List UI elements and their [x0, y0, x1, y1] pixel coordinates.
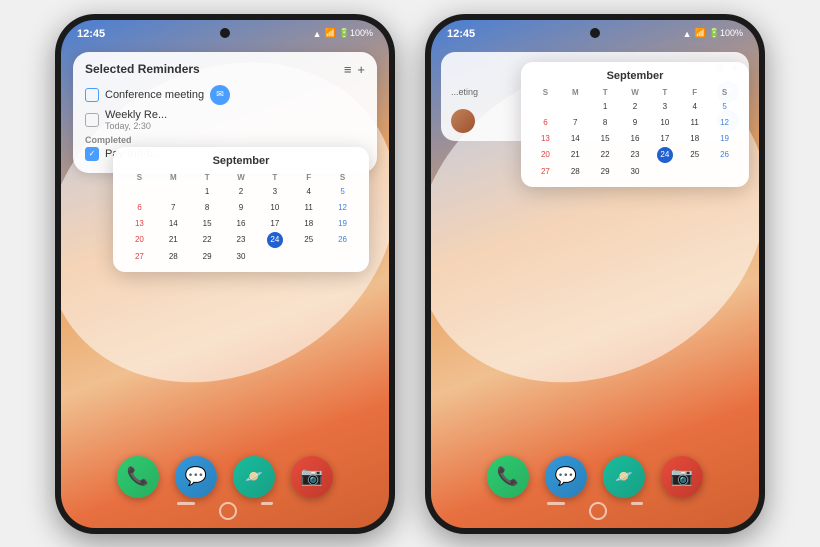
widget-title-left: Selected Reminders [85, 62, 200, 76]
reminder-tag-1: ✉ [210, 85, 230, 105]
cal-hdr-s1: S [123, 172, 156, 183]
cal-hdr-t2: T [258, 172, 291, 183]
camera-notch-left [220, 28, 230, 38]
reminder-info-2: Weekly Re... Today, 2:30 [105, 109, 167, 131]
widget-container-left: Selected Reminders ≡ + Conference meetin… [73, 52, 377, 173]
battery-icon-right: 🔋100% [709, 28, 743, 39]
reminder-item-2: Weekly Re... Today, 2:30 [85, 109, 365, 131]
reminder-sub-2: Today, 2:30 [105, 121, 167, 131]
camera-notch-right [590, 28, 600, 38]
nav-recent-right[interactable] [547, 502, 565, 505]
cal-hdr-m1: M [157, 172, 190, 183]
cal-hdr-t1: T [191, 172, 224, 183]
status-icons-right: ▲ 📶 🔋100% [683, 28, 743, 39]
add-icon-left[interactable]: + [357, 62, 365, 77]
list-icon-left[interactable]: ≡ [344, 62, 352, 77]
reminder-text-1: Conference meeting [105, 89, 204, 101]
avatar-right [451, 109, 475, 133]
wifi-icon-left: ▲ [313, 29, 322, 39]
calendar-month-right: September [531, 70, 739, 82]
wifi-icon-right: ▲ [683, 29, 692, 39]
today-marker-left: 24 [267, 232, 283, 248]
nav-bar-right [431, 502, 759, 520]
dock-phone-right[interactable]: 📞 [487, 456, 529, 498]
phone-screen-right: 12:45 ▲ 📶 🔋100% ≡ + ...eting ✉ [431, 20, 759, 528]
status-icons-left: ▲ 📶 🔋100% [313, 28, 373, 39]
dock-right: 📞 💬 🪐 📷 [431, 456, 759, 498]
checkbox-2[interactable] [85, 113, 99, 127]
status-time-right: 12:45 [447, 28, 475, 40]
checkbox-1[interactable] [85, 88, 99, 102]
phone-screen-left: 12:45 ▲ 📶 🔋100% Selected Reminders ≡ + [61, 20, 389, 528]
calendar-popup-left: September S M T W T F S 1 2 3 4 [113, 147, 369, 273]
nav-recent-left[interactable] [177, 502, 195, 505]
calendar-grid-left: S M T W T F S 1 2 3 4 5 6 [123, 172, 359, 265]
completed-checkbox-1[interactable]: ✓ [85, 147, 99, 161]
phone-right: 12:45 ▲ 📶 🔋100% ≡ + ...eting ✉ [425, 14, 765, 534]
calendar-month-left: September [123, 155, 359, 167]
reminder-item-1: Conference meeting ✉ [85, 85, 365, 105]
phone-left: 12:45 ▲ 📶 🔋100% Selected Reminders ≡ + [55, 14, 395, 534]
dock-camera-left[interactable]: 📷 [291, 456, 333, 498]
calendar-grid-right: S M T W T F S 1 2 3 4 5 6 7 8 [531, 87, 739, 180]
dock-bixby-right[interactable]: 🪐 [603, 456, 645, 498]
today-marker-right: 24 [657, 147, 673, 163]
nav-home-right[interactable] [589, 502, 607, 520]
cal-hdr-w1: W [225, 172, 258, 183]
cal-hdr-s2: S [326, 172, 359, 183]
nav-bar-left [61, 502, 389, 520]
reminder-text-2: Weekly Re... [105, 109, 167, 121]
dock-message-left[interactable]: 💬 [175, 456, 217, 498]
status-time-left: 12:45 [77, 28, 105, 40]
nav-back-right[interactable] [631, 502, 643, 505]
signal-icon-right: 📶 [695, 28, 706, 39]
dock-phone-left[interactable]: 📞 [117, 456, 159, 498]
battery-icon-left: 🔋100% [339, 28, 373, 39]
dock-bixby-left[interactable]: 🪐 [233, 456, 275, 498]
dock-left: 📞 💬 🪐 📷 [61, 456, 389, 498]
nav-back-left[interactable] [261, 502, 274, 505]
completed-label: Completed [85, 135, 365, 145]
dock-message-right[interactable]: 💬 [545, 456, 587, 498]
dock-camera-right[interactable]: 📷 [661, 456, 703, 498]
widget-header-icons-left: ≡ + [344, 62, 365, 77]
nav-home-left[interactable] [219, 502, 237, 520]
widget-header-left: Selected Reminders ≡ + [85, 62, 365, 77]
cal-hdr-f1: F [292, 172, 325, 183]
compact-reminder-text-right: ...eting [451, 87, 478, 97]
signal-icon-left: 📶 [325, 28, 336, 39]
calendar-popup-right: September S M T W T F S 1 2 3 4 5 6 [521, 62, 749, 188]
compact-widget-right: ≡ + ...eting ✉ ✉ September [441, 52, 749, 141]
